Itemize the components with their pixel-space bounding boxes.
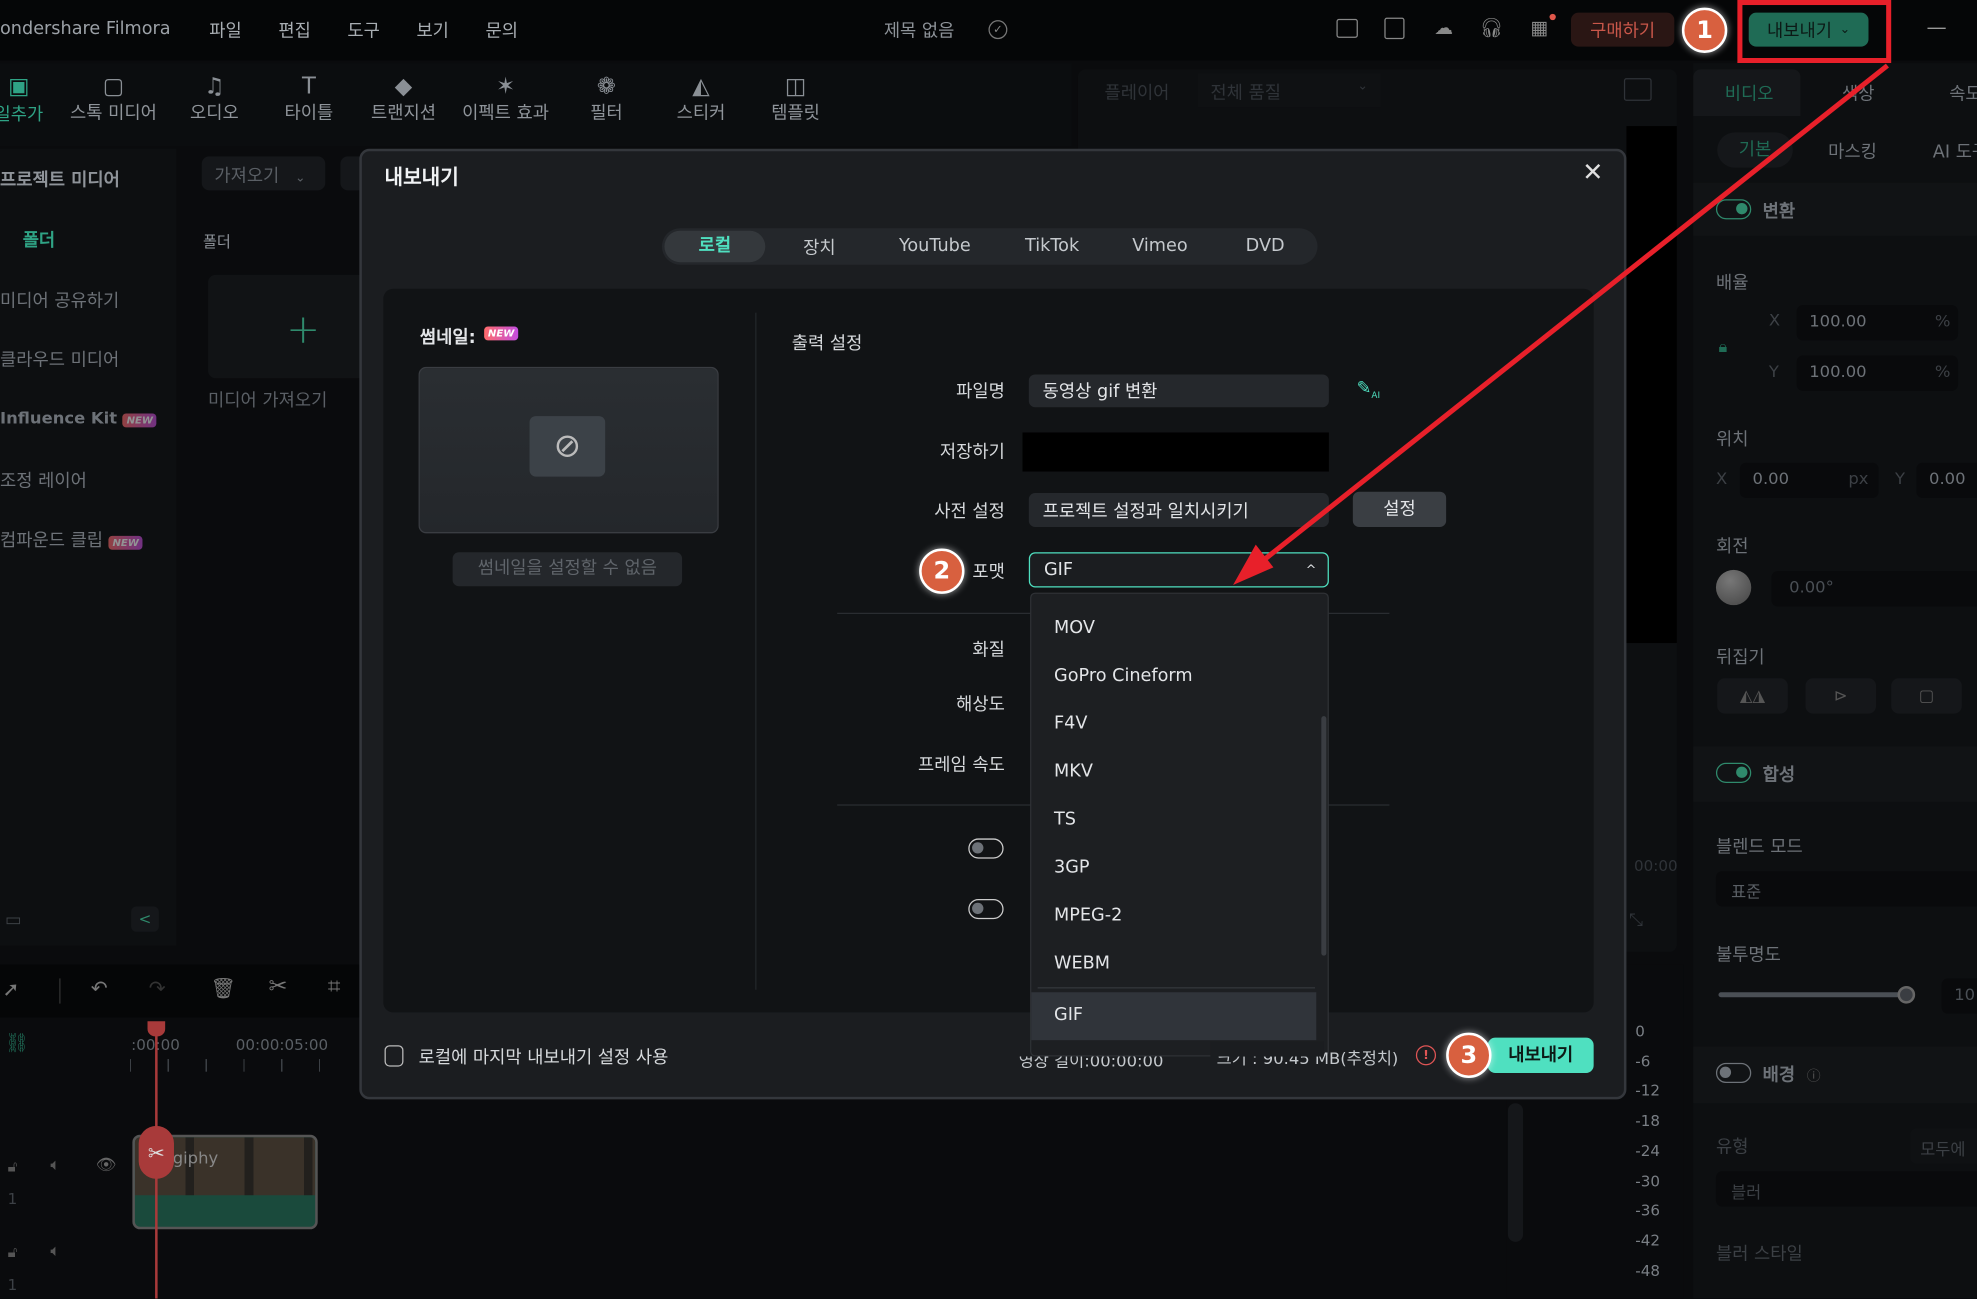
step-2-badge: 2 <box>919 548 965 594</box>
filmora-window: ondershare Filmora 파일 편집 도구 보기 문의 제목 없음 … <box>0 0 1977 1299</box>
annotation-arrow <box>1233 63 1889 586</box>
arrow-head <box>1233 544 1274 586</box>
arrow-line <box>1252 63 1889 570</box>
step-1-badge: 1 <box>1681 7 1728 53</box>
step-3-badge: 3 <box>1446 1032 1492 1078</box>
